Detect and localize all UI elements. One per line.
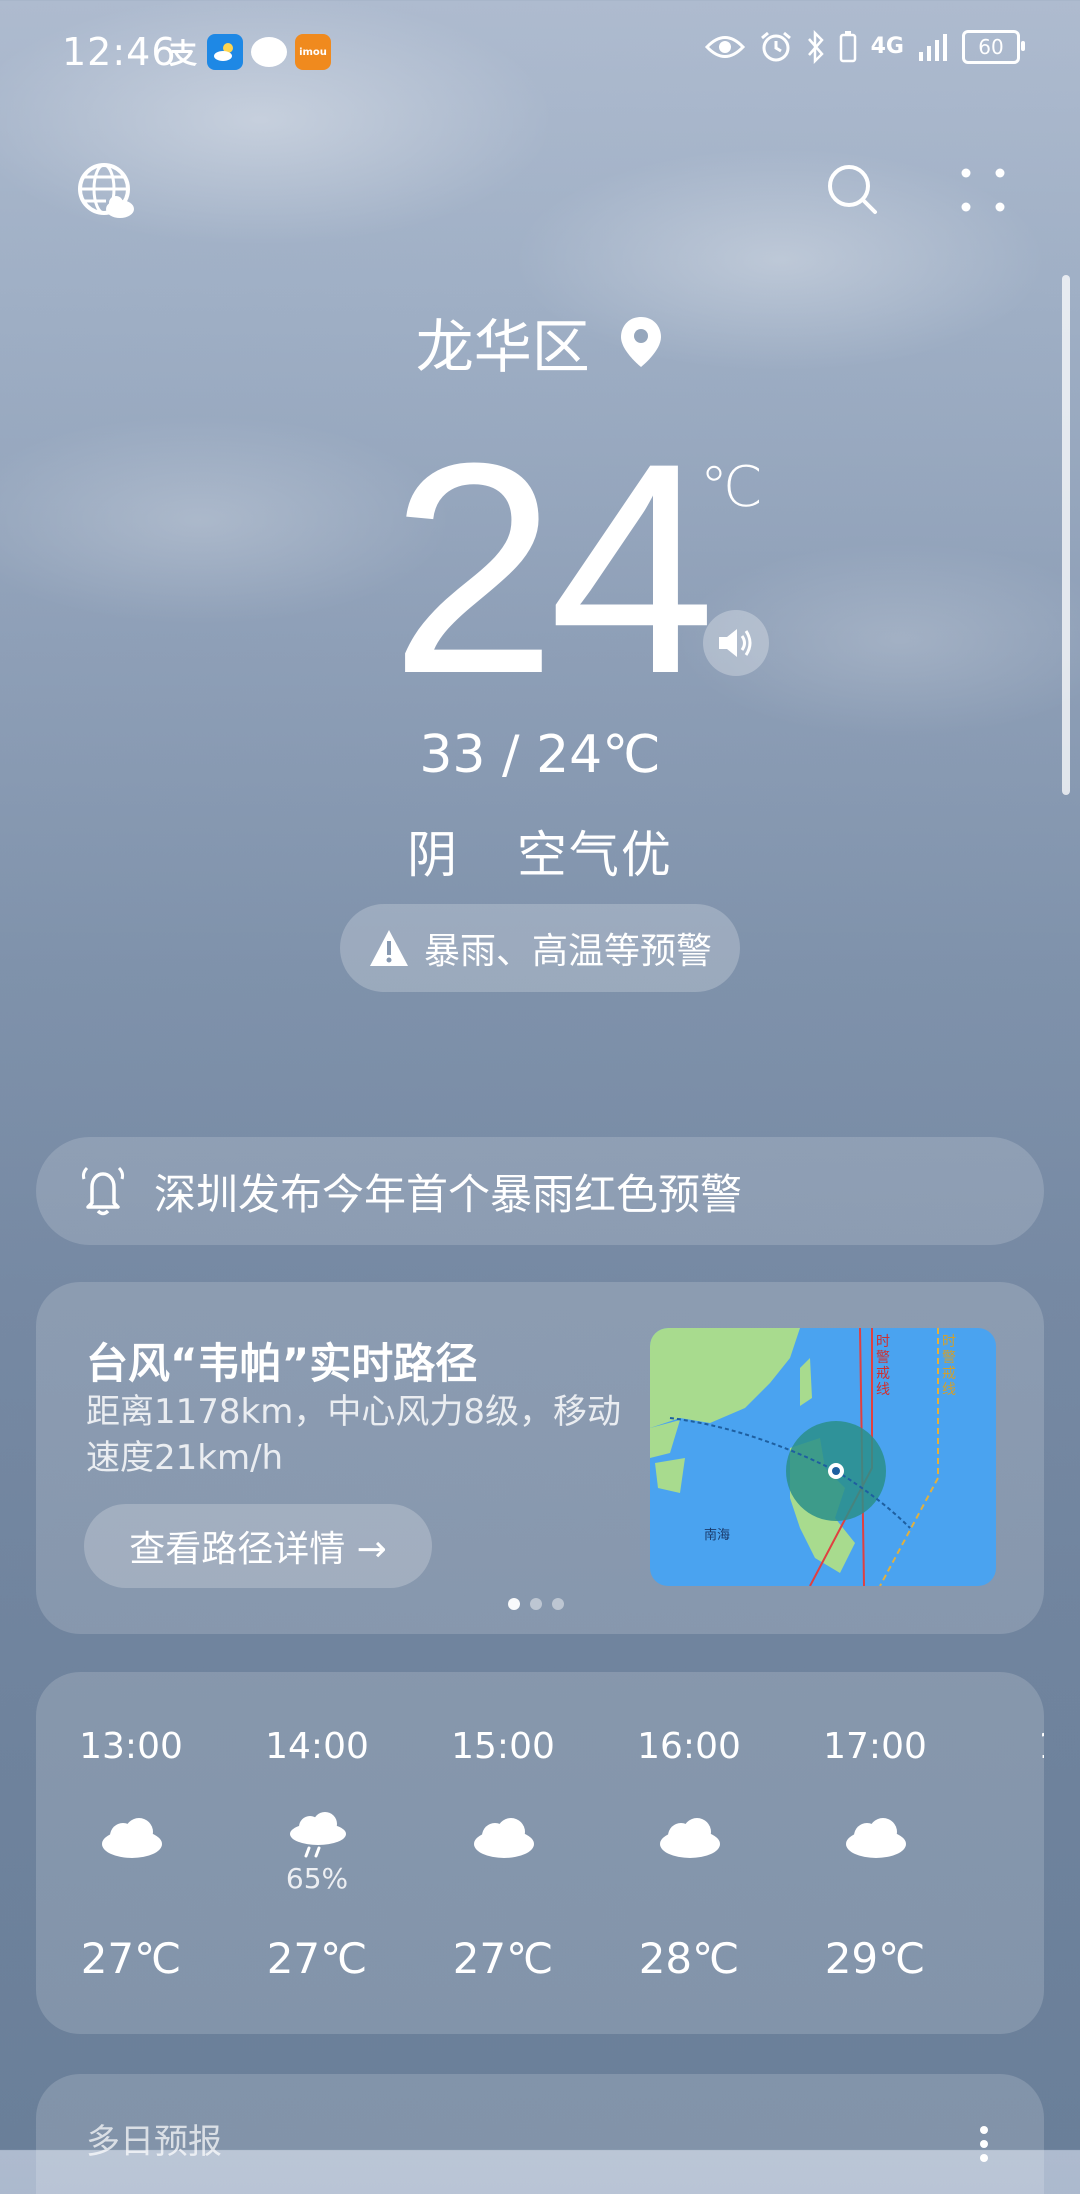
hour-time: 13:00 — [79, 1726, 183, 1767]
typhoon-card[interactable]: 台风“韦帕”实时路径 距离1178km，中心风力8级，移动速度21km/h 查看… — [36, 1282, 1044, 1634]
alert-text: 暴雨、高温等预警 — [423, 931, 712, 972]
bluetooth-icon — [807, 30, 824, 64]
eye-icon — [704, 36, 745, 58]
hour-temperature: 3 — [996, 1934, 1044, 1983]
imou-icon: imou — [295, 34, 331, 70]
news-banner[interactable]: 深圳发布今年首个暴雨红色预警 — [36, 1137, 1044, 1245]
typhoon-title: 台风“韦帕”实时路径 — [86, 1339, 478, 1388]
menu-dots-icon — [961, 168, 1005, 212]
hourly-item: 13:00 27℃ — [66, 1672, 196, 2034]
precipitation-chance: 7 — [996, 1862, 1044, 1895]
location-pin-icon — [621, 317, 662, 367]
precipitation-chance: 65% — [285, 1862, 349, 1895]
alipay-icon: 支 — [168, 37, 197, 70]
voice-broadcast-button[interactable] — [703, 610, 769, 676]
speaker-icon — [719, 629, 752, 657]
carousel-dots — [508, 1598, 564, 1610]
city-name: 龙华区 — [415, 313, 590, 381]
alarm-icon — [760, 31, 791, 62]
current-temperature: 24 — [390, 400, 716, 736]
hour-temperature: 28℃ — [638, 1934, 740, 1983]
view-route-button[interactable]: 查看路径详情 → — [84, 1504, 432, 1588]
hour-time: 18 — [996, 1726, 1044, 1767]
carousel-dot[interactable] — [508, 1598, 520, 1610]
search-icon — [828, 165, 877, 214]
hour-temperature: 27℃ — [452, 1934, 554, 1983]
hour-time: 15:00 — [451, 1726, 555, 1767]
map-warning-48-label: 时警戒线 — [942, 1334, 956, 1398]
carousel-dot[interactable] — [530, 1598, 542, 1610]
carousel-dot[interactable] — [552, 1598, 564, 1610]
city-manage-button[interactable] — [72, 157, 142, 227]
sun-icon — [1029, 1812, 1044, 1862]
hourly-item: 17:00 29℃ — [810, 1672, 940, 2034]
condition-text: 阴 — [407, 826, 460, 884]
hour-temperature: 27℃ — [266, 1934, 368, 1983]
hour-time: 16:00 — [637, 1726, 741, 1767]
battery-icon: 60 — [962, 30, 1025, 64]
hourly-item: 16:00 28℃ — [624, 1672, 754, 2034]
weather-alert-button[interactable]: 暴雨、高温等预警 — [340, 904, 740, 992]
message-icon — [251, 37, 287, 67]
search-button[interactable] — [818, 155, 888, 225]
multi-day-title: 多日预报 — [86, 2122, 222, 2162]
hour-temperature: 29℃ — [824, 1934, 926, 1983]
hourly-item: 15:00 27℃ — [438, 1672, 568, 2034]
map-warning-24-label: 时警戒线 — [876, 1334, 890, 1398]
system-icons: 4G 60 — [704, 30, 1025, 64]
status-time: 12:46 — [62, 30, 177, 74]
hourly-item: 1873 — [996, 1672, 1044, 2034]
map-sea-label: 南海 — [704, 1528, 731, 1543]
weather-condition: 阴 空气优 — [0, 815, 1080, 887]
hour-time: 14:00 — [265, 1726, 369, 1767]
battery-saver-icon — [839, 31, 856, 63]
rain-icon — [285, 1812, 351, 1862]
globe-cloud-icon — [78, 163, 134, 218]
hour-temperature: 27℃ — [80, 1934, 182, 1983]
hour-time: 17:00 — [823, 1726, 927, 1767]
hourly-forecast[interactable]: 13:00 27℃ 14:00 65% 27℃ 15:00 27℃ 16:00 28℃ 17:00… — [36, 1672, 1044, 2034]
multi-day-forecast[interactable]: 多日预报 — [36, 2074, 1044, 2194]
air-quality[interactable]: 空气优 — [517, 826, 673, 884]
hourly-item: 14:00 65% 27℃ — [252, 1672, 382, 2034]
more-vertical-icon[interactable] — [978, 2124, 990, 2164]
status-bar: 12:46 支 imou 4G 60 — [0, 0, 1080, 105]
cloudy-icon — [843, 1812, 909, 1862]
notification-icons: 支 imou — [167, 34, 331, 70]
network-type: 4G — [870, 34, 904, 59]
typhoon-map[interactable]: 南海 时警戒线 时警戒线 — [650, 1328, 996, 1586]
cloudy-icon — [99, 1812, 165, 1862]
signal-icon — [919, 34, 947, 61]
location-header[interactable]: 龙华区 — [0, 300, 1080, 384]
temperature-unit: ℃ — [700, 455, 763, 520]
news-text: 深圳发布今年首个暴雨红色预警 — [154, 1169, 743, 1219]
more-menu-button[interactable] — [948, 155, 1018, 225]
temperature-range: 33 / 24℃ — [419, 725, 661, 785]
cloudy-icon — [471, 1812, 537, 1862]
typhoon-description: 距离1178km，中心风力8级，移动速度21km/h — [86, 1392, 621, 1478]
warning-icon — [369, 930, 408, 966]
weather-app-icon — [207, 34, 243, 70]
cloudy-icon — [657, 1812, 723, 1862]
bell-ringing-icon — [81, 1166, 125, 1216]
